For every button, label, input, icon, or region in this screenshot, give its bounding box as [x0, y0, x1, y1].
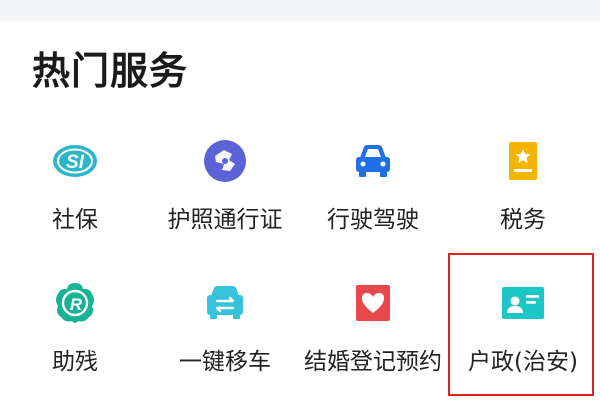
service-label: 社保	[52, 207, 98, 233]
service-label: 户政(治安)	[468, 349, 578, 375]
service-label: 税务	[500, 207, 546, 233]
svg-text:SI: SI	[66, 152, 85, 173]
passport-icon	[204, 140, 246, 182]
service-disability-aid[interactable]: R 助残	[0, 280, 150, 400]
service-label: 一键移车	[179, 349, 271, 375]
service-move-car[interactable]: 一键移车	[150, 280, 300, 400]
move-car-icon	[207, 286, 243, 319]
service-label: 助残	[52, 349, 98, 375]
tax-document-icon	[509, 142, 537, 180]
car-icon	[356, 145, 390, 177]
service-social-security[interactable]: SI 社保	[0, 138, 150, 258]
service-marriage-registration[interactable]: 结婚登记预约	[298, 280, 448, 400]
service-label: 结婚登记预约	[304, 349, 442, 375]
service-tax[interactable]: 税务	[448, 138, 598, 258]
service-label: 行驶驾驶	[327, 207, 419, 233]
service-driving[interactable]: 行驶驾驶	[298, 138, 448, 258]
hot-services-card: 热门服务 SI 社保 护照通行证 行驶驾驶 税务 R 助残 一键移车 结婚登记预…	[0, 22, 600, 403]
service-household-registration[interactable]: 户政(治安)	[448, 280, 598, 400]
services-grid: SI 社保 护照通行证 行驶驾驶 税务 R 助残 一键移车 结婚登记预约 户政(…	[0, 22, 600, 403]
disability-aid-icon: R	[56, 283, 94, 323]
heart-certificate-icon	[356, 285, 390, 321]
service-passport[interactable]: 护照通行证	[150, 138, 300, 258]
svg-text:R: R	[70, 295, 83, 314]
service-label: 护照通行证	[167, 207, 283, 233]
id-card-icon	[502, 287, 544, 319]
social-security-icon: SI	[53, 145, 97, 177]
